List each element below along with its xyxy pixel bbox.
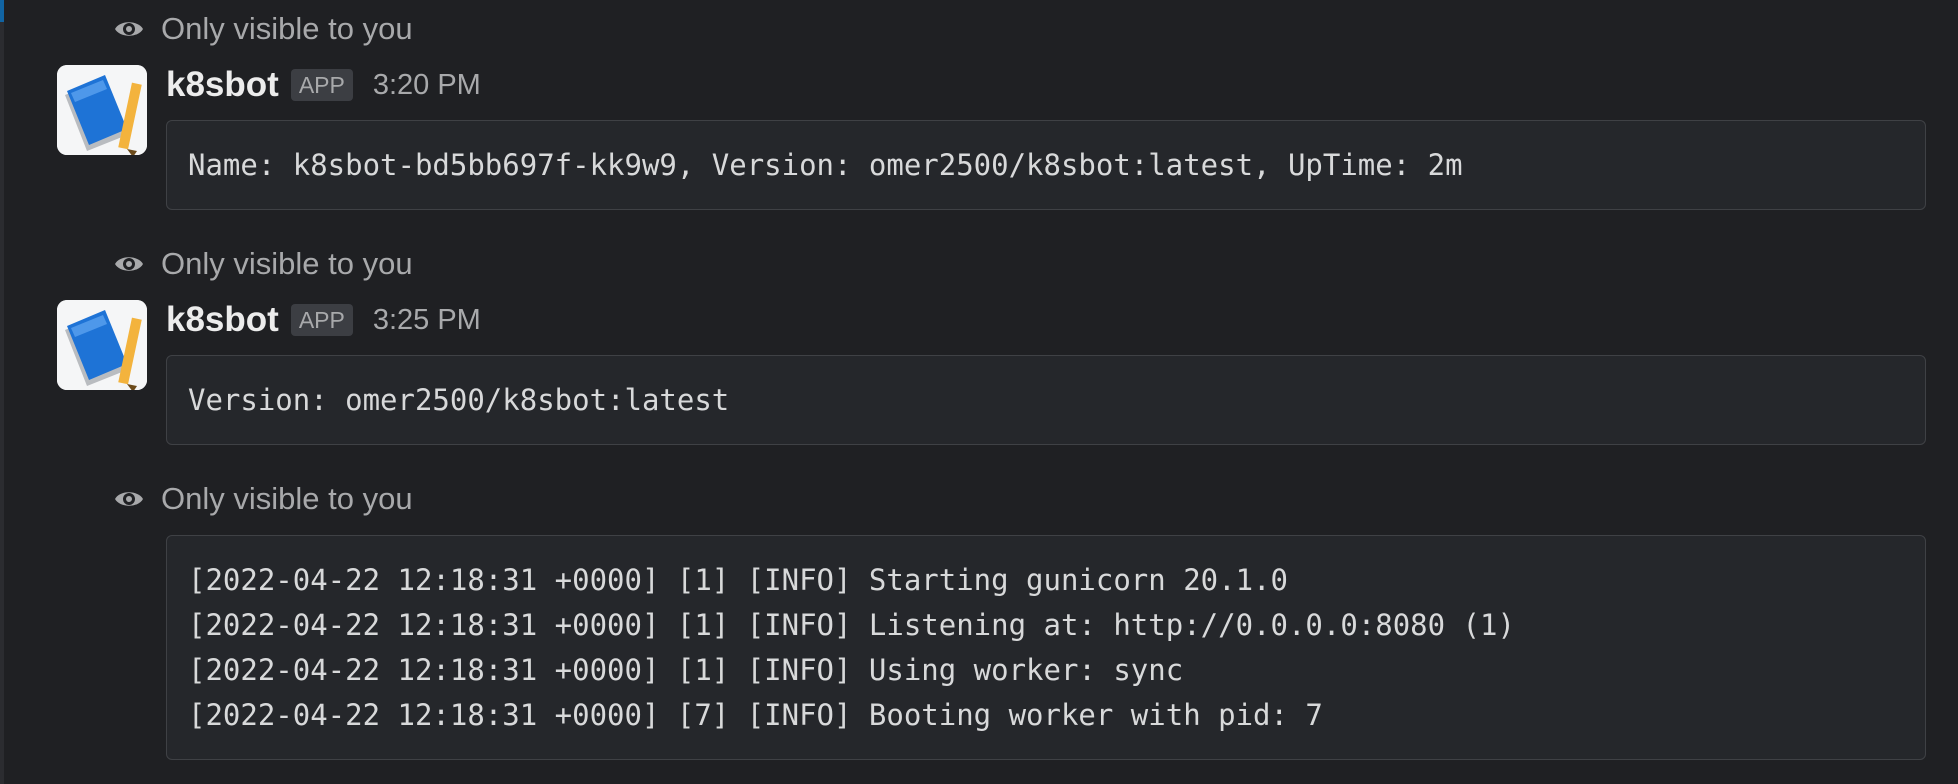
bot-name[interactable]: k8sbot — [166, 65, 279, 105]
log-line: [2022-04-22 12:18:31 +0000] [1] [INFO] L… — [188, 608, 1515, 642]
bot-name[interactable]: k8sbot — [166, 300, 279, 340]
notebook-pencil-icon — [57, 65, 147, 155]
ephemeral-label: Only visible to you — [161, 11, 413, 46]
ephemeral-notice: Only visible to you — [113, 479, 413, 519]
code-line: Version: omer2500/k8sbot:latest — [188, 383, 730, 417]
avatar[interactable] — [57, 300, 147, 390]
ephemeral-notice: Only visible to you — [113, 244, 413, 284]
code-block: Name: k8sbot-bd5bb697f-kk9w9, Version: o… — [166, 120, 1926, 210]
code-block: Version: omer2500/k8sbot:latest — [166, 355, 1926, 445]
log-line: [2022-04-22 12:18:31 +0000] [1] [INFO] S… — [188, 563, 1288, 597]
log-block: [2022-04-22 12:18:31 +0000] [1] [INFO] S… — [166, 535, 1926, 760]
eye-icon — [115, 492, 143, 506]
ephemeral-label: Only visible to you — [161, 481, 413, 516]
timestamp[interactable]: 3:25 PM — [373, 304, 481, 337]
ephemeral-notice: Only visible to you — [113, 9, 413, 49]
notebook-pencil-icon — [57, 300, 147, 390]
timestamp[interactable]: 3:20 PM — [373, 69, 481, 102]
app-badge: APP — [290, 304, 353, 336]
app-badge: APP — [290, 69, 353, 101]
eye-icon — [115, 257, 143, 271]
eye-icon — [115, 22, 143, 36]
message-header: k8sbot APP 3:20 PM — [166, 62, 481, 108]
code-line: Name: k8sbot-bd5bb697f-kk9w9, Version: o… — [188, 148, 1463, 182]
left-divider — [0, 0, 4, 784]
log-line: [2022-04-22 12:18:31 +0000] [7] [INFO] B… — [188, 698, 1323, 732]
ephemeral-label: Only visible to you — [161, 246, 413, 281]
log-line: [2022-04-22 12:18:31 +0000] [1] [INFO] U… — [188, 653, 1184, 687]
message-header: k8sbot APP 3:25 PM — [166, 297, 481, 343]
avatar[interactable] — [57, 65, 147, 155]
left-divider-accent — [0, 0, 4, 22]
